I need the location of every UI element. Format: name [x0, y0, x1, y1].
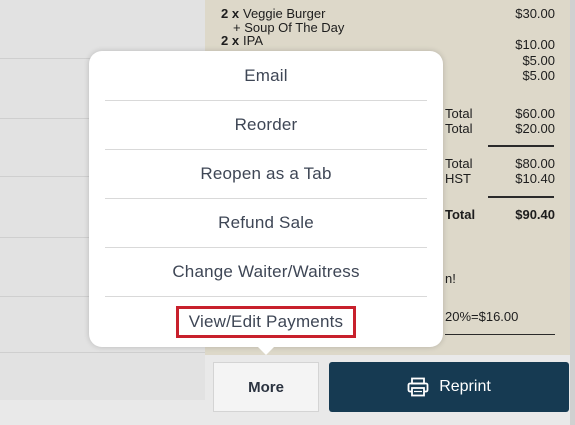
scroll-edge [570, 0, 575, 425]
receipt-rule [488, 196, 554, 198]
list-divider [0, 352, 205, 353]
menu-item-reorder[interactable]: Reorder [105, 101, 427, 150]
menu-item-label: Reorder [234, 115, 298, 134]
printer-icon [407, 377, 429, 397]
menu-item-reopen-as-tab[interactable]: Reopen as a Tab [105, 150, 427, 199]
receipt-grand-label: Total [445, 207, 476, 222]
menu-item-label: Refund Sale [218, 213, 314, 232]
receipt-amount: $60.00 [515, 106, 555, 121]
highlight-box: View/Edit Payments [175, 305, 357, 338]
receipt-tip-suggestion: 20%=$16.00 [445, 309, 519, 324]
receipt-amount: $10.40 [515, 171, 555, 186]
receipt-amount: $20.00 [515, 121, 555, 136]
receipt-qty: 2 x [221, 33, 240, 48]
receipt-grand-amount: $90.40 [515, 207, 555, 222]
reprint-button[interactable]: Reprint [329, 362, 569, 412]
receipt-total-label: Total [445, 121, 473, 136]
receipt-item: Veggie Burger [243, 6, 326, 21]
receipt-total-label: Total [445, 106, 473, 121]
receipt-message: n! [445, 271, 456, 286]
receipt-total-label: Total [445, 156, 473, 171]
more-button-label: More [248, 378, 284, 396]
receipt-amount: $5.00 [522, 53, 555, 68]
receipt-tax-label: HST [445, 171, 471, 186]
more-options-popover: Email Reorder Reopen as a Tab Refund Sal… [89, 51, 443, 347]
receipt-amount: $10.00 [515, 37, 555, 52]
receipt-qty: 2 x [221, 6, 240, 21]
receipt-amount: $80.00 [515, 156, 555, 171]
more-button[interactable]: More [213, 362, 319, 412]
popover-arrow [255, 344, 277, 355]
receipt-amount: $5.00 [522, 68, 555, 83]
receipt-rule [445, 334, 555, 335]
menu-item-label: Email [244, 66, 288, 85]
menu-item-view-edit-payments[interactable]: View/Edit Payments [105, 297, 427, 346]
menu-item-refund-sale[interactable]: Refund Sale [105, 199, 427, 248]
reprint-button-label: Reprint [439, 378, 491, 395]
receipt-amount: $30.00 [515, 6, 555, 21]
menu-item-email[interactable]: Email [105, 52, 427, 101]
menu-item-label: Change Waiter/Waitress [172, 262, 360, 281]
menu-item-label: Reopen as a Tab [200, 164, 332, 183]
receipt-item: IPA [243, 33, 263, 48]
receipt-rule [488, 145, 554, 147]
menu-item-change-waiter[interactable]: Change Waiter/Waitress [105, 248, 427, 297]
